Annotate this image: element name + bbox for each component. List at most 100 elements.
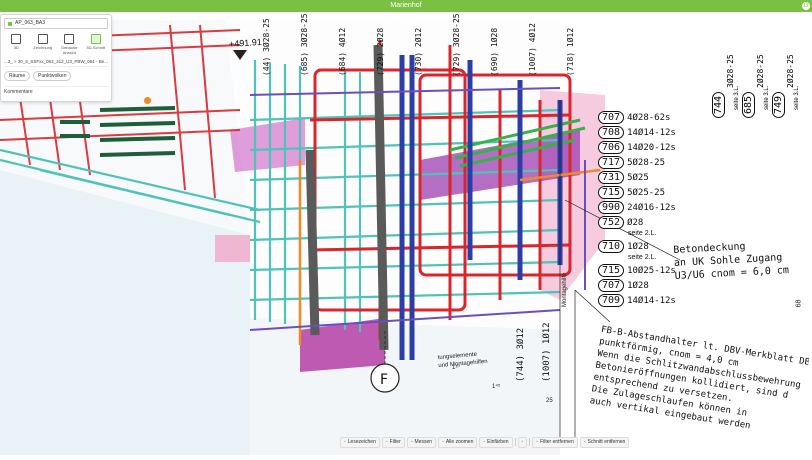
bar-mark-text: 2Ø28-25 — [756, 54, 765, 88]
toolbar-label: Filter — [389, 438, 401, 445]
bar-mark-column: (1007) 4Ø12 — [528, 10, 542, 78]
alle-zoomen-button[interactable]: ◦ Alle zoomen — [438, 436, 478, 448]
toolbar-separator — [514, 438, 516, 446]
bar-mark-text: 10Ø25-12s — [627, 265, 676, 276]
bar-mark-badge: 707 — [598, 111, 625, 124]
bar-mark-text: (44) 3Ø28-25 — [262, 18, 271, 76]
bar-mark-text: 3Ø28-25 — [726, 54, 735, 88]
grid-button[interactable]: ◦ — [517, 436, 528, 448]
filter-button[interactable]: ◦ Filter — [381, 436, 405, 448]
bar-mark-text: (684) 4Ø12 — [338, 27, 347, 76]
top-bar-marks: (44) 3Ø28-25 (685) 3Ø28-25 (684) 4Ø12 (729)… — [262, 10, 622, 80]
view-label: Gebäude Ansicht — [61, 45, 78, 55]
betondeckung-note: Betondeckung an UK Sohle Zugang U3/U6 cn… — [673, 238, 789, 283]
grid-icon: ◦ — [521, 438, 524, 445]
bar-mark-badge: 709 — [598, 294, 625, 307]
bar-mark-badge: 715 — [598, 186, 625, 199]
legend-row: 717 5Ø28-25 — [598, 155, 718, 170]
legend-row: 708 14Ø14-12s — [598, 125, 718, 140]
toolbar-label: Schnitt entfernen — [587, 438, 626, 445]
bar-mark-badge: 731 — [598, 171, 625, 184]
messen-button[interactable]: ◦ Messen — [406, 436, 437, 448]
dimension-label: 25 — [546, 398, 553, 404]
legend-row: 706 14Ø20-12s — [598, 140, 718, 155]
section-cube-icon — [90, 34, 101, 44]
status-icon[interactable]: G — [802, 2, 810, 10]
bim-3d-viewport[interactable]: +491.91 F (44) 3Ø28-25 (685) 3Ø28-25 (684)… — [0, 12, 812, 455]
bar-mark-column: (718) 1Ø12 — [566, 10, 580, 78]
bar-mark-column: (729) 2Ø28 — [376, 10, 390, 78]
dimension-label: 68 — [795, 299, 803, 308]
paint-icon: ◦ — [483, 438, 486, 445]
view-building-button[interactable]: Gebäude Ansicht — [58, 34, 80, 55]
bar-mark-text: (690) 1Ø28 — [490, 27, 499, 76]
toolbar-label: Messen — [414, 438, 433, 445]
legend-row: 752 Ø28 — [598, 215, 718, 230]
toolbar-label: Lesezeichen — [347, 438, 376, 445]
bar-mark-column: (729) 3Ø28-25 — [452, 10, 466, 78]
filter-entfernen-button[interactable]: ◦ Filter entfernen — [532, 436, 578, 448]
einfärben-button[interactable]: ◦ Einfärben — [479, 436, 513, 448]
bar-mark-text: (718) 1Ø12 — [566, 27, 575, 76]
view-label: 3D-Schnitt — [86, 45, 106, 50]
bar-mark-text: 14Ø14-12s — [627, 295, 676, 306]
bottom-bar-mark: (744) 3Ø12 — [516, 327, 526, 382]
dimension-label: 1¹⁰ — [452, 365, 460, 371]
lesezeichen-button[interactable]: ◦ Lesezeichen — [340, 436, 380, 448]
bar-mark-badge: 717 — [598, 156, 625, 169]
bar-mark-badge: 708 — [598, 126, 625, 139]
view-3d-section-button[interactable]: 3D-Schnitt — [85, 34, 107, 55]
bar-mark-text: Ø28 — [627, 217, 644, 228]
toolbar-label: Filter entfernen — [540, 438, 574, 445]
bar-mark-column: (685) 3Ø28-25 — [300, 10, 314, 78]
bar-mark-column: (730) 2Ø12 — [414, 10, 428, 78]
bottom-bar-marks: (744) 3Ø12 (1007) 1Ø12 — [516, 312, 596, 392]
bar-mark-sub: seite 3.L. — [734, 85, 740, 110]
top-right-mark: 685 2Ø28-25 seite 3.L. — [742, 38, 770, 138]
bar-mark-sub: seite 3.L. — [764, 85, 770, 110]
view-3d-button[interactable]: 3D — [5, 34, 27, 55]
bar-mark-badge: 749 — [772, 91, 785, 118]
bar-mark-badge: 685 — [742, 91, 755, 118]
toolbar-label: Alle zoomen — [445, 438, 474, 445]
filter-icon: ◦ — [385, 438, 388, 445]
legend-row: 709 14Ø14-12s — [598, 293, 718, 308]
pointcloud-chip[interactable]: Punktwolken — [33, 71, 72, 81]
axis-label: F — [380, 372, 389, 388]
toolbar-separator — [529, 438, 531, 446]
bar-mark-sub: seite 3.L. — [794, 85, 800, 110]
model-path[interactable]: ...3_ > 30_5_SSFxx_063_312_U3_PBW_064 - … — [4, 59, 108, 67]
rooms-chip[interactable]: Räume — [4, 71, 31, 81]
bar-mark-column: (44) 3Ø28-25 — [262, 10, 276, 78]
comments-section[interactable]: Kommentare — [4, 86, 108, 95]
bar-mark-text: 14Ø14-12s — [627, 127, 676, 138]
bar-mark-badge: 710 — [598, 240, 625, 253]
model-panel: AP_063_BA3 3D Zeichnung Gebäude Ansicht … — [0, 14, 112, 102]
bar-mark-column: (684) 4Ø12 — [338, 10, 352, 78]
filter-remove-icon: ◦ — [536, 438, 539, 445]
legend-row: 707 4Ø28-62s — [598, 110, 718, 125]
bar-mark-badge: 752 — [598, 216, 625, 229]
bar-mark-text: (730) 2Ø12 — [414, 27, 423, 76]
bar-mark-text: 1Ø28 — [627, 280, 649, 291]
layer-chips: Räume Punktwolken — [1, 69, 111, 83]
panel-collapse-handle[interactable] — [144, 97, 151, 104]
bar-mark-text: 5Ø28-25 — [627, 157, 665, 168]
view-label: Zeichnung — [33, 45, 53, 50]
bar-mark-text: (685) 3Ø28-25 — [300, 13, 309, 76]
model-name: AP_063_BA3 — [15, 20, 46, 26]
bar-mark-text: (1007) 4Ø12 — [528, 23, 537, 76]
view-label: 3D — [13, 45, 19, 50]
ruler-icon: ◦ — [410, 438, 413, 445]
bar-mark-badge: 715 — [598, 264, 625, 277]
cube-icon — [11, 34, 22, 44]
schnitt-entfernen-button[interactable]: ◦ Schnitt entfernen — [579, 436, 630, 448]
bar-mark-column: (690) 1Ø28 — [490, 10, 504, 78]
bottom-toolbar: ◦ Lesezeichen ◦ Filter ◦ Messen ◦ Alle zoomen ◦ E… — [340, 436, 630, 448]
view-drawing-button[interactable]: Zeichnung — [32, 34, 54, 55]
window-title: Marienhof — [390, 2, 422, 9]
model-selector[interactable]: AP_063_BA3 — [4, 18, 108, 29]
model-icon — [8, 21, 12, 26]
top-right-bar-marks: 744 3Ø28-25 seite 3.L. 685 2Ø28-25 seite 3.L.… — [712, 38, 812, 138]
bar-mark-text: 14Ø20-12s — [627, 142, 676, 153]
